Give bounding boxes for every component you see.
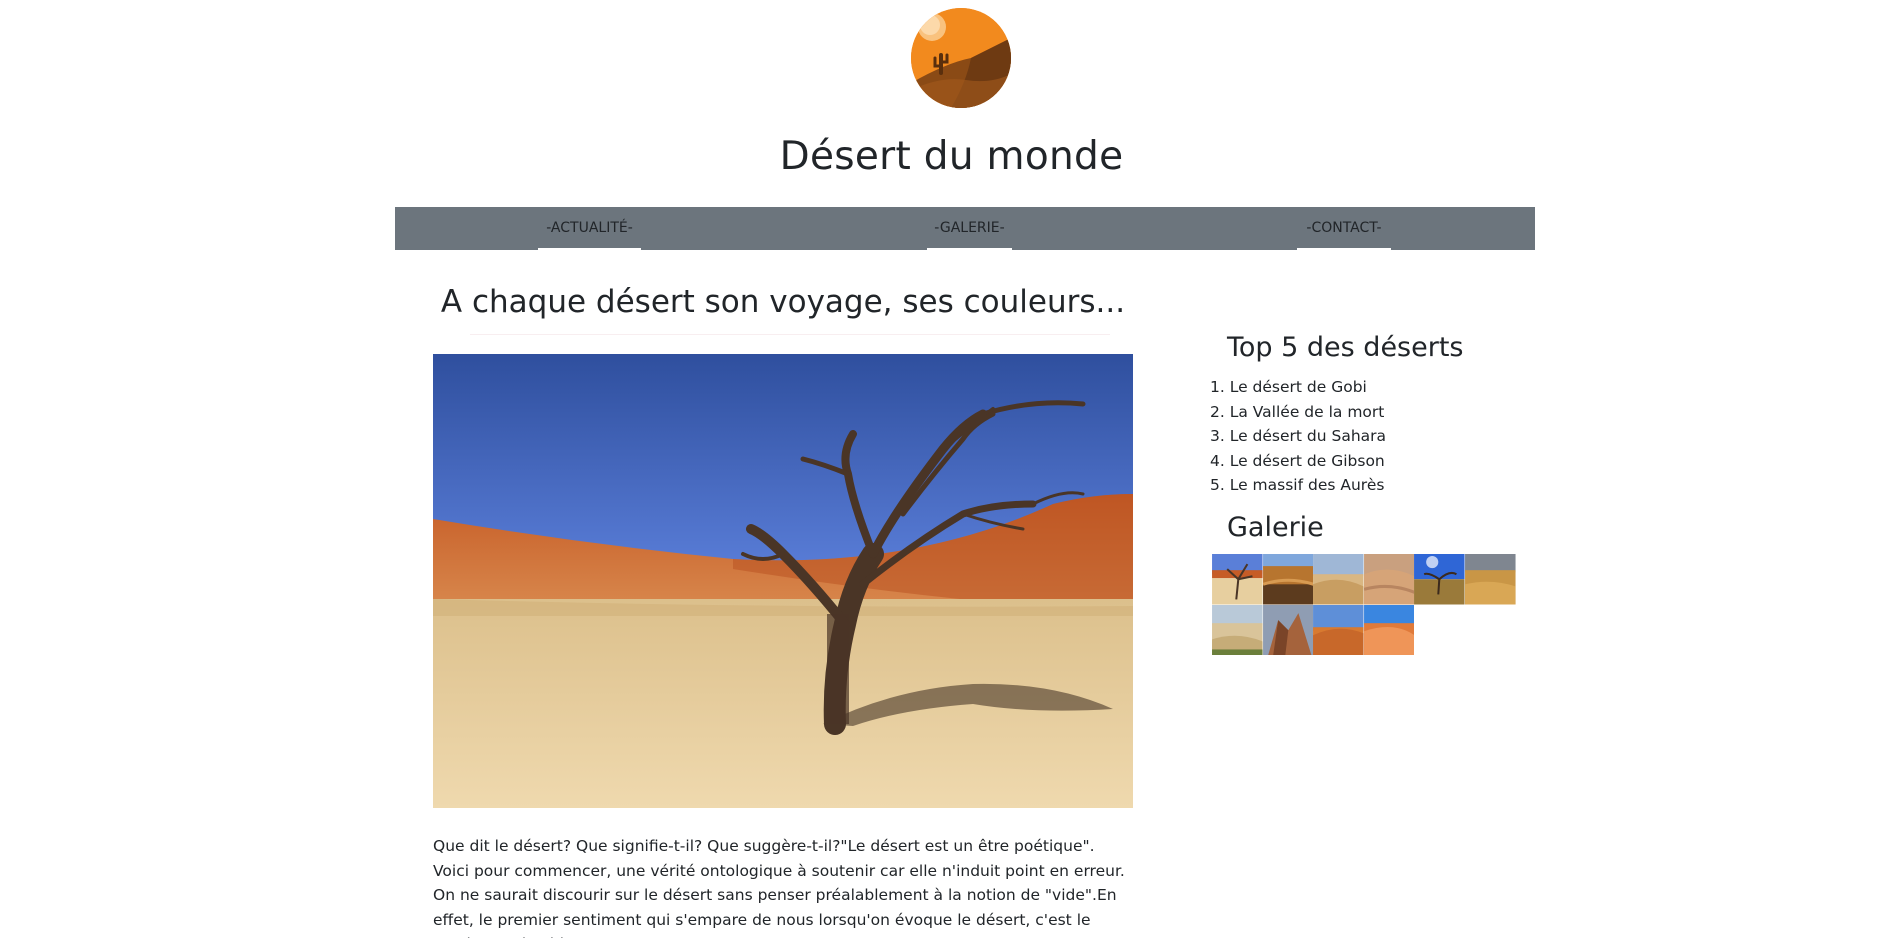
list-item: 3. Le désert du Sahara (1210, 427, 1387, 445)
site-logo[interactable] (911, 8, 1011, 108)
gallery-thumb-10[interactable] (1363, 604, 1415, 655)
desert-cactus-logo-icon (911, 8, 1011, 108)
gallery-grid (1212, 554, 1516, 655)
gallery-heading: Galerie (1227, 512, 1324, 543)
gallery-thumb-1[interactable] (1212, 554, 1263, 605)
gallery-thumb-2[interactable] (1262, 554, 1314, 605)
top5-heading: Top 5 des déserts (1227, 332, 1464, 363)
main-heading: A chaque désert son voyage, ses couleurs… (440, 284, 1126, 320)
nav-link-galerie[interactable]: -GALERIE- (927, 207, 1012, 250)
gallery-thumb-8[interactable] (1262, 604, 1314, 655)
list-item: 2. La Vallée de la mort (1210, 402, 1385, 421)
gallery-thumb-4[interactable] (1363, 554, 1415, 605)
gallery-thumb-9[interactable] (1313, 604, 1364, 655)
gallery-thumb-7[interactable] (1212, 604, 1263, 655)
gallery-thumb-3[interactable] (1313, 554, 1364, 605)
nav-link-actualite[interactable]: -ACTUALITÉ- (538, 207, 641, 250)
list-item: 1. Le désert de Gobi (1210, 378, 1367, 396)
gallery-thumb-5[interactable] (1414, 554, 1465, 605)
hero-image (433, 354, 1133, 808)
list-item: 5. Le massif des Aurès (1210, 476, 1385, 494)
dead-tree-desert-image (433, 354, 1133, 808)
list-item: 4. Le désert de Gibson (1210, 451, 1385, 470)
intro-paragraph: Que dit le désert? Que signifie-t-il? Qu… (433, 837, 1125, 938)
top5-list: 1. Le désert de Gobi 2. La Vallée de la … (1210, 375, 1386, 498)
main-navbar: -ACTUALITÉ- -GALERIE- -CONTACT- (395, 207, 1535, 250)
site-title: Désert du monde (779, 134, 1124, 179)
heading-divider (470, 334, 1110, 335)
gallery-thumb-6[interactable] (1465, 554, 1516, 605)
page: Désert du monde -ACTUALITÉ- -GALERIE- -C… (0, 0, 1903, 938)
nav-link-contact[interactable]: -CONTACT- (1297, 207, 1391, 250)
